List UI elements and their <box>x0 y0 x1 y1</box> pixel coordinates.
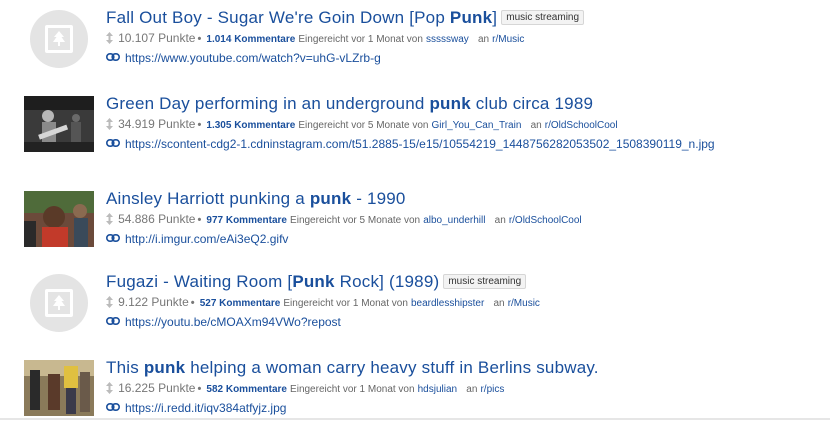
result-url-link[interactable]: http://i.imgur.com/eAi3eQ2.gifv <box>125 232 288 246</box>
link-icon <box>106 317 120 325</box>
comments-link[interactable]: 582 Kommentare <box>206 384 287 395</box>
default-thumbnail-icon <box>45 289 73 317</box>
points-count: 34.919 Punkte <box>118 117 196 131</box>
thumbnail-image <box>24 96 94 152</box>
result-thumbnail[interactable] <box>24 360 94 416</box>
link-icon <box>106 139 120 147</box>
in-text: an <box>493 298 505 309</box>
in-text: an <box>477 34 490 45</box>
result-title-link[interactable]: Ainsley Harriott punking a punk - 1990 <box>106 189 406 208</box>
subreddit-link[interactable]: r/Music <box>492 34 524 45</box>
flair-badge: music streaming <box>443 274 527 289</box>
vote-arrows-icon <box>106 213 113 225</box>
comments-link[interactable]: 1.305 Kommentare <box>206 120 295 131</box>
points-count: 16.225 Punkte <box>118 381 196 395</box>
search-result: Fugazi - Waiting Room [Punk Rock] (1989)… <box>24 272 824 352</box>
author-link[interactable]: sssssway <box>426 34 469 45</box>
submitted-text: Eingereicht vor 5 Monate von <box>298 120 429 131</box>
result-title-link[interactable]: This punk helping a woman carry heavy st… <box>106 358 599 377</box>
link-icon <box>106 53 120 61</box>
thumbnail-image <box>24 191 94 247</box>
submitted-text: Eingereicht vor 1 Monat von <box>298 34 423 45</box>
search-result: This punk helping a woman carry heavy st… <box>24 358 824 438</box>
subreddit-link[interactable]: r/OldSchoolCool <box>509 215 582 226</box>
result-title-link[interactable]: Fall Out Boy - Sugar We're Goin Down [Po… <box>106 8 497 27</box>
result-url-link[interactable]: https://i.redd.it/iqv384atfyjz.jpg <box>125 401 286 415</box>
comments-link[interactable]: 1.014 Kommentare <box>206 34 295 45</box>
search-result: Fall Out Boy - Sugar We're Goin Down [Po… <box>24 8 824 88</box>
author-link[interactable]: albo_underhill <box>423 215 485 226</box>
thumbnail-image <box>24 360 94 416</box>
link-icon <box>106 234 120 242</box>
result-thumbnail[interactable] <box>24 191 94 247</box>
submitted-text: Eingereicht vor 1 Monat von <box>290 384 415 395</box>
submitted-text: Eingereicht vor 1 Monat von <box>283 298 408 309</box>
default-thumbnail[interactable] <box>30 274 88 332</box>
author-link[interactable]: hdsjulian <box>418 384 457 395</box>
default-thumbnail[interactable] <box>30 10 88 68</box>
result-url-link[interactable]: https://youtu.be/cMOAXm94VWo?repost <box>125 315 341 329</box>
comments-link[interactable]: 527 Kommentare <box>200 298 281 309</box>
subreddit-link[interactable]: r/Music <box>508 298 540 309</box>
in-text: an <box>530 120 542 131</box>
result-thumbnail[interactable] <box>24 96 94 152</box>
author-link[interactable]: Girl_You_Can_Train <box>432 120 522 131</box>
flair-badge: music streaming <box>501 10 585 25</box>
vote-arrows-icon <box>106 296 113 308</box>
author-link[interactable]: beardlesshipster <box>411 298 484 309</box>
submitted-text: Eingereicht vor 5 Monate von <box>290 215 421 226</box>
in-text: an <box>466 384 478 395</box>
search-result: Green Day performing in an underground p… <box>24 94 824 174</box>
comments-link[interactable]: 977 Kommentare <box>206 215 287 226</box>
points-count: 9.122 Punkte <box>118 295 189 309</box>
vote-arrows-icon <box>106 382 113 394</box>
result-title-link[interactable]: Fugazi - Waiting Room [Punk Rock] (1989) <box>106 272 439 291</box>
subreddit-link[interactable]: r/OldSchoolCool <box>545 120 618 131</box>
vote-arrows-icon <box>106 118 113 130</box>
search-result: Ainsley Harriott punking a punk - 1990 5… <box>24 189 824 269</box>
points-count: 10.107 Punkte <box>118 31 196 45</box>
vote-arrows-icon <box>106 32 113 44</box>
points-count: 54.886 Punkte <box>118 212 196 226</box>
link-icon <box>106 403 120 411</box>
in-text: an <box>494 215 506 226</box>
subreddit-link[interactable]: r/pics <box>480 384 504 395</box>
result-title-link[interactable]: Green Day performing in an underground p… <box>106 94 593 113</box>
default-thumbnail-icon <box>45 25 73 53</box>
result-url-link[interactable]: https://scontent-cdg2-1.cdninstagram.com… <box>125 137 715 151</box>
result-url-link[interactable]: https://www.youtube.com/watch?v=uhG-vLZr… <box>125 51 381 65</box>
